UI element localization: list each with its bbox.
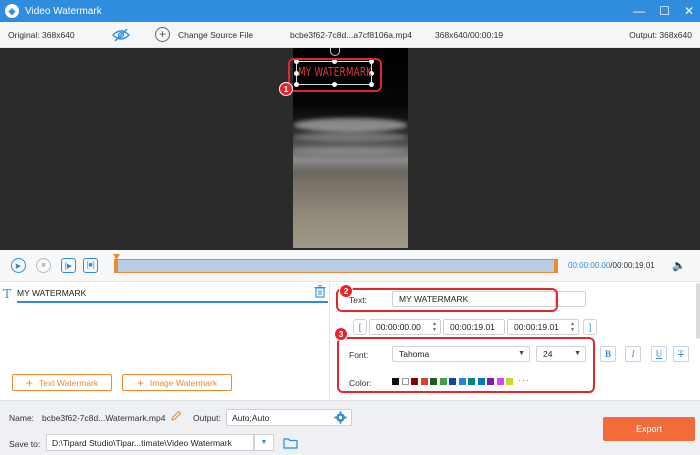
output-label: Output: xyxy=(193,413,221,423)
duration-value: 00:00:19.01 xyxy=(450,322,495,332)
spinner-arrows-icon[interactable]: ▲ ▼ xyxy=(432,321,437,333)
timeline-track[interactable] xyxy=(114,259,558,273)
watermark-editor-panel: Text: MY WATERMARK 2 [ 00:00:00.00 ▲ ▼ 00… xyxy=(331,283,700,399)
output-settings-value: Auto;Auto xyxy=(232,412,270,423)
total-time: /00:00:19.01 xyxy=(610,261,655,270)
original-resolution: Original: 368x640 xyxy=(8,29,75,40)
highlight-box xyxy=(337,337,595,393)
export-button[interactable]: Export xyxy=(603,417,695,441)
end-time-value: 00:00:19.01 xyxy=(514,322,559,332)
folder-icon[interactable] xyxy=(283,437,298,449)
italic-button[interactable]: I xyxy=(625,346,641,362)
duration-field[interactable]: 00:00:19.01 xyxy=(443,319,505,335)
callout-badge: 3 xyxy=(334,327,348,341)
save-path-dropdown[interactable]: ▼ xyxy=(254,434,274,451)
window-title: Video Watermark xyxy=(25,5,102,17)
watermark-item-label: MY WATERMARK xyxy=(17,288,87,298)
selection-underline xyxy=(17,301,328,303)
highlight-box xyxy=(288,58,382,92)
trim-end-handle[interactable] xyxy=(554,259,558,273)
add-text-watermark-label: Text Watermark xyxy=(38,377,99,388)
watermark-list-panel: T MY WATERMARK + Text Watermark + Image … xyxy=(0,283,330,399)
watermark-list-item[interactable]: T MY WATERMARK xyxy=(0,283,330,303)
gear-icon[interactable] xyxy=(334,411,347,424)
trash-icon[interactable] xyxy=(314,285,326,298)
wave-foam xyxy=(293,132,408,142)
playback-bar: ▶ ■ [▶ [■] 00:00:00.00/00:00:19.01 🔈 xyxy=(0,250,700,282)
video-preview: MY WATERMARK 1 xyxy=(0,48,700,250)
vertical-scrollbar[interactable] xyxy=(696,283,700,339)
highlight-box xyxy=(336,288,558,312)
add-image-watermark-button[interactable]: + Image Watermark xyxy=(122,374,232,391)
plus-icon: + xyxy=(136,375,144,390)
text-type-icon: T xyxy=(3,287,12,301)
underline-button[interactable]: U xyxy=(651,346,667,362)
close-button[interactable]: ✕ xyxy=(684,4,694,18)
source-resolution-duration: 368x640/00:00:19 xyxy=(435,29,504,40)
current-time: 00:00:00.00 xyxy=(568,261,611,270)
change-source-label: Change Source File xyxy=(178,29,254,40)
source-filename: bcbe3f62-7c8d...a7cf8106a.mp4 xyxy=(290,29,412,40)
save-to-label: Save to: xyxy=(9,439,41,449)
set-start-button[interactable]: [▶ xyxy=(61,258,76,273)
set-end-button[interactable]: [■] xyxy=(83,258,98,273)
play-button[interactable]: ▶ xyxy=(11,258,26,273)
save-path-value: D:\Tipard Studio\Tipar...timate\Video Wa… xyxy=(52,437,232,448)
volume-icon[interactable]: 🔈 xyxy=(672,259,686,273)
end-time-field[interactable]: 00:00:19.01 ▲ ▼ xyxy=(507,319,579,335)
footer-bar: Name: bcbe3f62-7c8d...Watermark.mp4 Outp… xyxy=(0,400,700,455)
edit-pencil-icon[interactable] xyxy=(171,410,182,421)
eye-toggle-icon[interactable] xyxy=(112,28,130,42)
wave-foam xyxy=(293,146,408,154)
chevron-down-icon: ▼ xyxy=(260,439,268,446)
add-text-watermark-button[interactable]: + Text Watermark xyxy=(12,374,112,391)
add-image-watermark-label: Image Watermark xyxy=(149,377,218,388)
callout-badge: 1 xyxy=(279,82,293,96)
time-readout: 00:00:00.00/00:00:19.01 xyxy=(568,261,655,270)
bold-button[interactable]: B xyxy=(600,346,616,362)
stop-button[interactable]: ■ xyxy=(36,258,51,273)
set-end-bracket-button[interactable]: ] xyxy=(583,319,597,335)
set-start-bracket-button[interactable]: [ xyxy=(353,319,367,335)
output-resolution: Output: 368x640 xyxy=(629,29,692,40)
start-time-value: 00:00:00.00 xyxy=(376,322,421,332)
output-filename: bcbe3f62-7c8d...Watermark.mp4 xyxy=(42,413,166,423)
minimize-button[interactable]: — xyxy=(633,4,645,18)
change-source-button[interactable]: + Change Source File xyxy=(155,27,253,42)
name-label: Name: xyxy=(9,413,35,423)
add-icon: + xyxy=(155,27,170,42)
app-logo-icon: ◈ xyxy=(5,4,19,18)
save-path-field[interactable]: D:\Tipard Studio\Tipar...timate\Video Wa… xyxy=(46,434,254,451)
start-time-field[interactable]: 00:00:00.00 ▲ ▼ xyxy=(369,319,441,335)
wave-foam xyxy=(293,118,408,132)
info-bar: Original: 368x640 + Change Source File b… xyxy=(0,22,700,48)
trim-start-handle[interactable] xyxy=(114,259,118,273)
strikethrough-button[interactable]: T xyxy=(673,346,689,362)
spinner-arrows-icon[interactable]: ▲ ▼ xyxy=(570,321,575,333)
maximize-button[interactable]: ☐ xyxy=(659,4,670,18)
plus-icon: + xyxy=(25,375,33,390)
text-input-extension[interactable] xyxy=(556,291,586,307)
title-bar: ◈ Video Watermark — ☐ ✕ xyxy=(0,0,700,22)
callout-badge: 2 xyxy=(339,284,353,298)
